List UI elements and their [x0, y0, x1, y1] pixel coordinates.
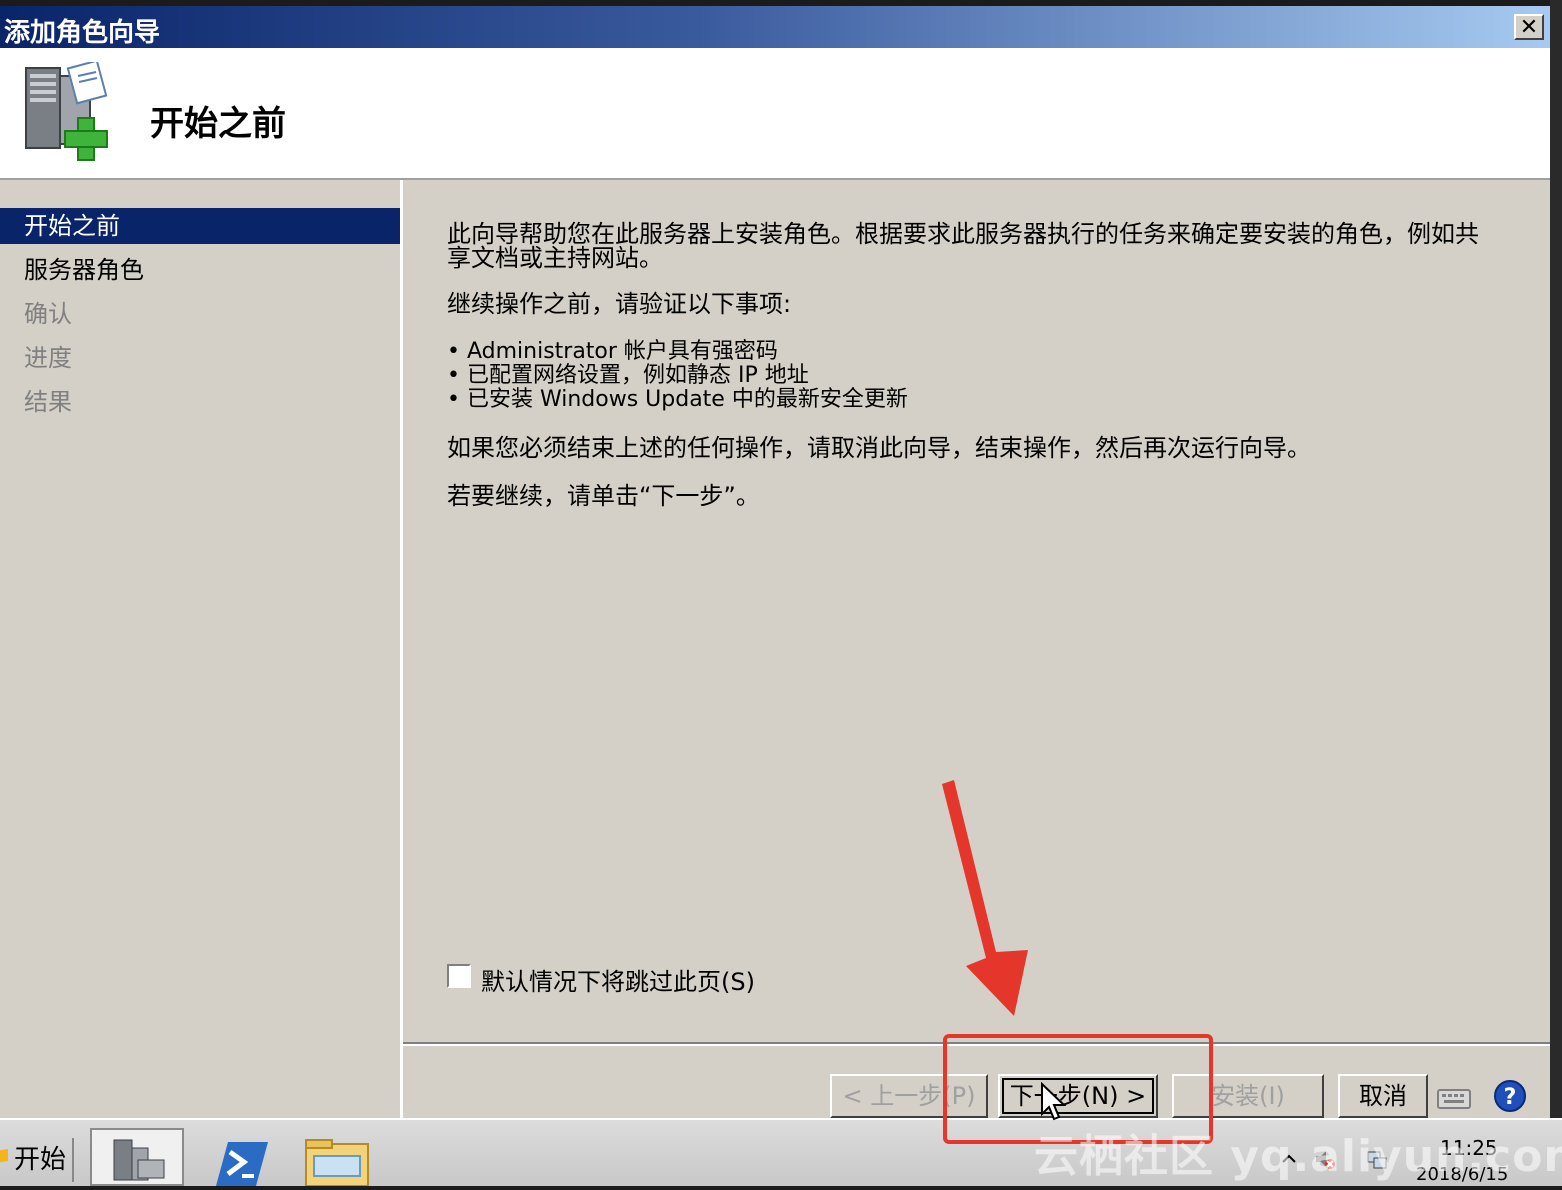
- desktop-edge: [1550, 0, 1562, 1184]
- page-title: 开始之前: [150, 104, 286, 144]
- extra-buttons: ?: [1436, 1078, 1550, 1118]
- keyboard-icon[interactable]: [1436, 1082, 1472, 1112]
- sidebar-item-server-roles[interactable]: 服务器角色: [0, 252, 400, 288]
- window-title: 添加角色向导: [4, 18, 161, 48]
- explorer-icon: [305, 1139, 369, 1187]
- skip-page-label[interactable]: 默认情况下将跳过此页(S): [481, 962, 755, 997]
- server-manager-icon: [113, 1139, 165, 1181]
- windows-flag-icon: [0, 1148, 8, 1164]
- server-add-icon: [25, 62, 108, 161]
- intro-text-line1: 此向导帮助您在此服务器上安装角色。根据要求此服务器执行的任务来确定要安装的角色，…: [447, 220, 1479, 248]
- bullet-item: • 已安装 Windows Update 中的最新安全更新: [447, 387, 908, 412]
- title-bar[interactable]: 添加角色向导 ✕: [0, 6, 1550, 48]
- sidebar-item-results: 结果: [24, 388, 72, 416]
- sidebar-item-before-you-begin[interactable]: 开始之前: [0, 208, 400, 244]
- help-icon[interactable]: ?: [1494, 1080, 1526, 1112]
- start-button[interactable]: 开始: [0, 1138, 74, 1182]
- cancel-button[interactable]: 取消: [1338, 1074, 1428, 1118]
- continue-note: 若要继续，请单击“下一步”。: [447, 482, 760, 510]
- bullet-item: • Administrator 帐户具有强密码: [447, 339, 778, 364]
- red-arrow-annotation-icon: [942, 780, 1028, 1016]
- close-button[interactable]: ✕: [1514, 14, 1544, 40]
- powershell-taskbar-button[interactable]: [196, 1128, 290, 1186]
- mouse-cursor-icon: [1041, 1082, 1066, 1121]
- intro-text-line2: 享文档或主持网站。: [447, 244, 663, 272]
- powershell-icon: [216, 1142, 268, 1186]
- verify-heading: 继续操作之前，请验证以下事项:: [447, 290, 792, 318]
- sidebar-item-progress: 进度: [24, 344, 72, 372]
- wizard-window: 添加角色向导 ✕ 开始之前 开始之前 服务器角色 确认 进度 结果 此向导帮助您…: [0, 6, 1550, 1118]
- start-label: 开始: [14, 1145, 67, 1175]
- cancel-note: 如果您必须结束上述的任何操作，请取消此向导，结束操作，然后再次运行向导。: [447, 434, 1311, 462]
- explorer-taskbar-button[interactable]: [296, 1128, 390, 1187]
- sidebar-item-confirmation: 确认: [24, 300, 72, 328]
- skip-page-checkbox[interactable]: [447, 964, 471, 988]
- wizard-steps-sidebar: 开始之前 服务器角色 确认 进度 结果: [0, 180, 403, 1118]
- watermark-text: 云栖社区 yq.aliyun.com: [1034, 1131, 1562, 1182]
- server-manager-taskbar-button[interactable]: [90, 1128, 184, 1186]
- wizard-header: 开始之前: [0, 48, 1550, 180]
- bullet-item: • 已配置网络设置，例如静态 IP 地址: [447, 363, 809, 388]
